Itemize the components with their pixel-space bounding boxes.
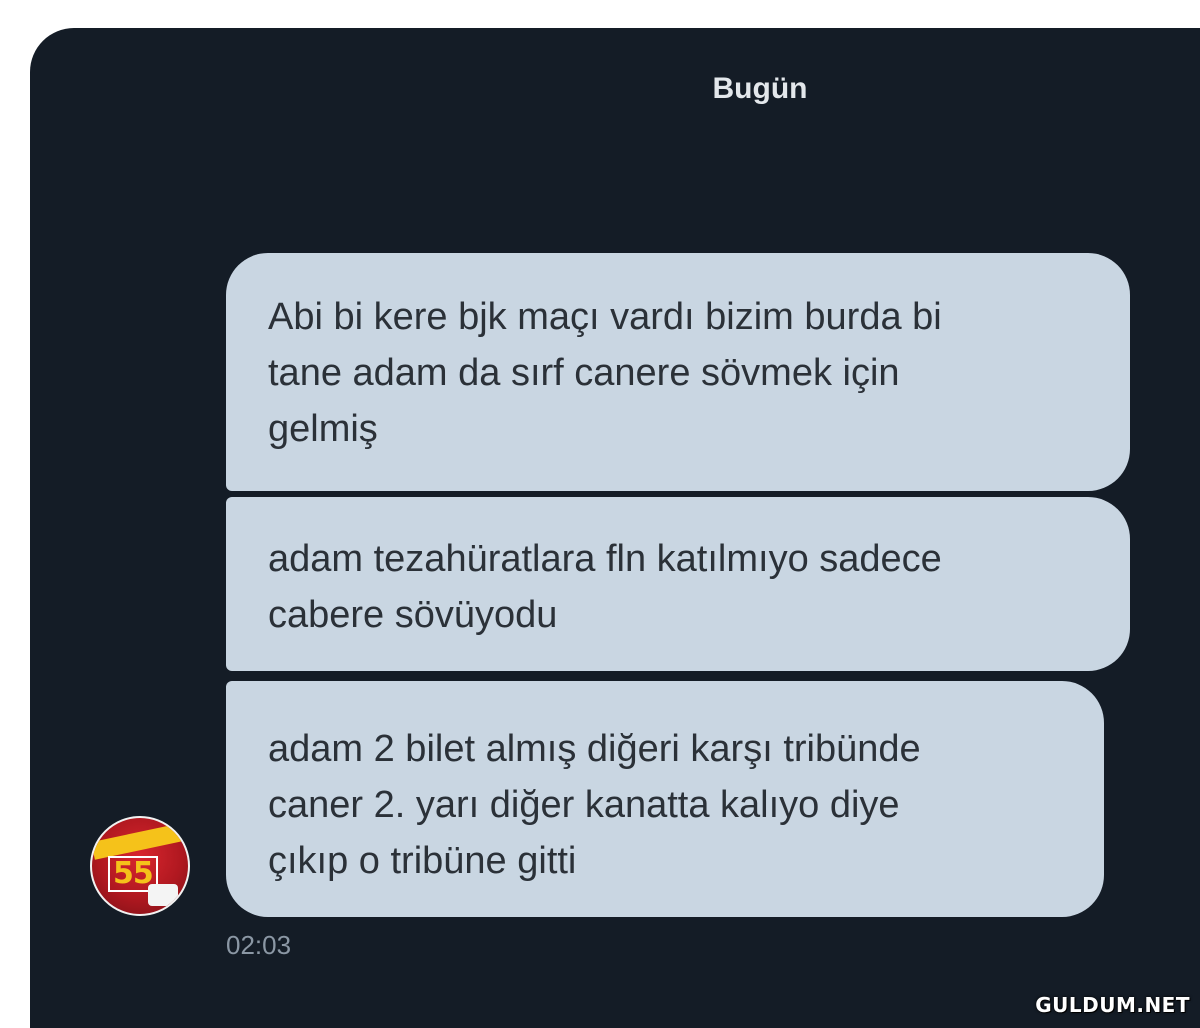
- message-timestamp: 02:03: [226, 930, 291, 961]
- message-text-line: cabere sövüyodu: [268, 587, 1100, 643]
- chat-screen: Bugün Abi bi kere bjk maçı vardı bizim b…: [30, 28, 1200, 1028]
- message-text-line: adam 2 bilet almış diğeri karşı tribünde: [268, 721, 1074, 777]
- message-text-line: Abi bi kere bjk maçı vardı bizim burda b…: [268, 289, 1100, 345]
- message-bubble[interactable]: adam tezahüratlara fln katılmıyo sadece …: [226, 497, 1130, 671]
- message-text-line: çıkıp o tribüne gitti: [268, 833, 1074, 889]
- message-text-line: adam tezahüratlara fln katılmıyo sadece: [268, 531, 1100, 587]
- message-text-line: gelmiş: [268, 401, 1100, 457]
- watermark: GULDUM.NET: [1035, 993, 1190, 1017]
- avatar-detail: [148, 884, 178, 906]
- message-text-line: caner 2. yarı diğer kanatta kalıyo diye: [268, 777, 1074, 833]
- avatar[interactable]: 55: [90, 816, 190, 916]
- message-bubble[interactable]: Abi bi kere bjk maçı vardı bizim burda b…: [226, 253, 1130, 491]
- message-text-line: tane adam da sırf canere sövmek için: [268, 345, 1100, 401]
- message-bubble[interactable]: adam 2 bilet almış diğeri karşı tribünde…: [226, 681, 1104, 917]
- date-separator: Bugün: [30, 72, 1200, 106]
- avatar-stripe: [91, 822, 189, 860]
